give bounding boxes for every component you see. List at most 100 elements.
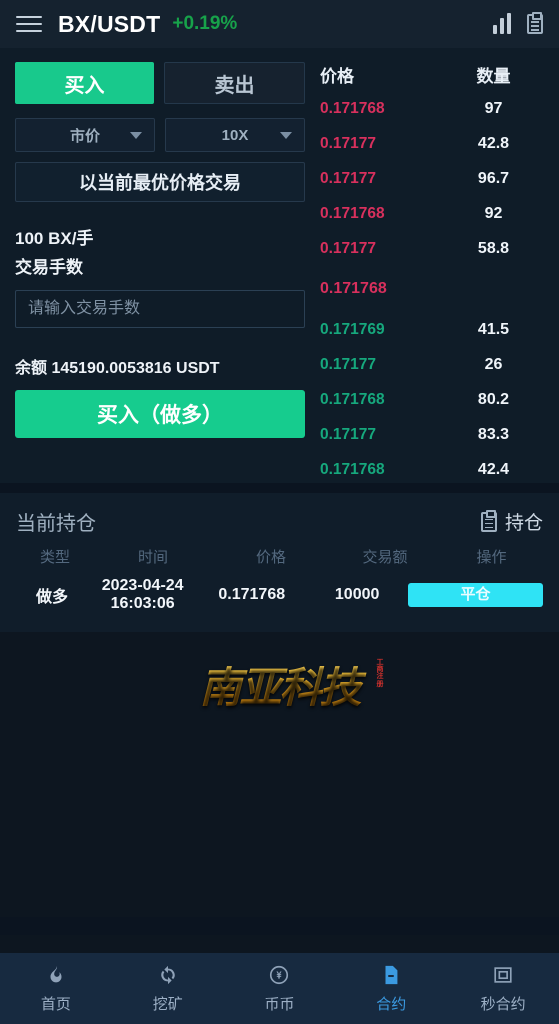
order-book-price: 0.17177 [320,239,377,257]
positions-column-header: 价格 [212,546,330,567]
bar-chart-icon[interactable] [493,13,511,34]
nav-item-币币[interactable]: 币币 [224,963,336,1014]
order-book-row[interactable]: 0.17177 26 [320,347,547,382]
chevron-down-icon [280,131,292,139]
clipboard-glyph [527,12,543,34]
order-type-select[interactable]: 市价 [15,118,155,152]
positions-column-label: 价格 [255,549,286,566]
last-price: 0.171768 [320,280,387,297]
order-book-amount: 41.5 [477,320,510,338]
nav-item-首页[interactable]: 首页 [0,963,112,1014]
nav-item-label: 首页 [40,996,71,1013]
positions-header: 当前持仓 持仓 [16,507,543,536]
nav-item-label: 币币 [264,996,295,1013]
order-book-amount: 58.8 [477,239,510,257]
balance-text: 余额 145190.0053816 USDT [15,360,220,377]
positions-column-label: 类型 [39,549,70,566]
ask-rows: 0.171768 97 0.17177 42.8 0.17177 96.7 0.171768… [320,91,547,266]
brand-watermark: 南亚科技 工商注册 [0,646,559,724]
positions-column-header: 操作 [440,546,543,567]
positions-column-header: 类型 [16,546,94,567]
brand-logo: 南亚科技 工商注册 [165,646,395,724]
order-book-row[interactable]: 0.171768 80.2 [320,382,547,417]
order-type-value: 市价 [69,127,100,145]
order-book-row[interactable]: 0.17177 42.8 [320,126,547,161]
order-options-row: 市价 10X [15,118,305,152]
hamburger-line [16,30,42,32]
order-book-header: 价格 数量 [320,62,547,91]
brand-logo-text: 南亚科技 [165,646,395,724]
order-book-price: 0.171768 [320,460,385,478]
last-price-row: 0.171768 [320,266,547,312]
tab-buy[interactable]: 买入 [15,62,154,104]
order-book-price: 0.171768 [320,99,385,117]
order-book-row[interactable]: 0.17177 58.8 [320,231,547,266]
position-price-value: 0.171768 [218,586,286,604]
order-book-amount-header: 数量 [476,67,511,86]
position-price: 0.171768 [197,586,306,604]
order-book-price-header: 价格 [320,67,354,86]
order-book-row[interactable]: 0.17177 83.3 [320,417,547,452]
hamburger-line [16,16,42,18]
leverage-value: 10X [221,126,249,144]
brand-logo-seal: 工商注册 [376,656,384,688]
contract-document-icon [380,963,402,987]
position-action-cell: 平仓 [408,583,543,608]
order-book: 价格 数量 0.171768 97 0.17177 42.8 0.17177 96.7 0.… [320,62,559,483]
positions-column-label: 操作 [476,549,507,566]
order-book-amount: 80.2 [477,390,510,408]
nav-item-label: 合约 [376,996,407,1013]
nav-item-label: 秒合约 [480,996,526,1013]
nav-item-合约[interactable]: 合约 [335,963,447,1014]
positions-column-label: 交易额 [362,549,408,566]
bar-chart-glyph [493,13,511,34]
positions-column-header: 时间 [94,546,212,567]
lots-input[interactable] [15,290,305,328]
position-amount: 10000 [306,586,408,604]
leverage-select[interactable]: 10X [165,118,305,152]
order-book-row[interactable]: 0.171768 42.4 [320,452,547,487]
order-book-price: 0.171768 [320,204,385,222]
pair-title: BX/USDT [58,10,161,37]
order-book-amount: 42.8 [477,134,510,152]
order-book-row[interactable]: 0.171768 92 [320,196,547,231]
buy-long-button[interactable]: 买入（做多） [15,390,305,438]
clipboard-icon[interactable] [480,509,497,532]
clipboard-icon[interactable] [527,12,543,34]
bottom-navigation: 首页 挖矿 币币 合约 秒合约 [0,953,559,1024]
order-book-amount: 42.4 [477,460,510,478]
position-type-value: 做多 [36,589,69,607]
trading-app: BX/USDT +0.19% 买入 卖出 市价 10X 以当前最优价格交易 10… [0,0,559,1024]
nav-item-挖矿[interactable]: 挖矿 [112,963,224,1014]
nav-item-label: 挖矿 [152,996,183,1013]
best-price-note[interactable]: 以当前最优价格交易 [15,162,305,202]
order-book-row[interactable]: 0.17177 96.7 [320,161,547,196]
order-book-price: 0.171768 [320,390,385,408]
positions-table: 类型 时间 价格 交易额 操作 做多 2023-04-24 16:03:06 0.171768… [16,546,543,614]
order-book-price: 0.17177 [320,134,377,152]
positions-column-header: 交易额 [330,546,440,567]
position-time: 2023-04-24 16:03:06 [88,577,197,614]
app-header: BX/USDT +0.19% [0,0,559,48]
order-book-price: 0.17177 [320,425,377,443]
hamburger-menu-icon[interactable] [16,16,42,32]
positions-panel: 当前持仓 持仓 类型 时间 价格 交易额 操作 做多 2023-04-24 16:03:06… [0,493,559,632]
positions-table-header: 类型 时间 价格 交易额 操作 [16,546,543,567]
order-book-amount: 26 [484,355,503,373]
chevron-down-icon [130,131,142,139]
flame-icon [45,963,67,987]
nav-item-秒合约[interactable]: 秒合约 [447,963,559,1014]
hamburger-line [16,23,42,25]
positions-table-body: 做多 2023-04-24 16:03:06 0.171768 10000 平仓 [16,577,543,614]
close-position-button[interactable]: 平仓 [408,583,543,608]
order-book-price: 0.17177 [320,169,377,187]
tab-sell[interactable]: 卖出 [164,62,305,104]
order-book-amount: 97 [484,99,503,117]
positions-title: 当前持仓 [16,513,96,535]
positions-tab-label[interactable]: 持仓 [505,508,543,535]
order-book-row[interactable]: 0.171768 97 [320,91,547,126]
order-book-row[interactable]: 0.171769 41.5 [320,312,547,347]
order-book-price: 0.17177 [320,355,377,373]
position-time-value: 16:03:06 [110,595,175,613]
trade-area: 买入 卖出 市价 10X 以当前最优价格交易 100 BX/手 交易手数 余额 … [0,48,559,483]
